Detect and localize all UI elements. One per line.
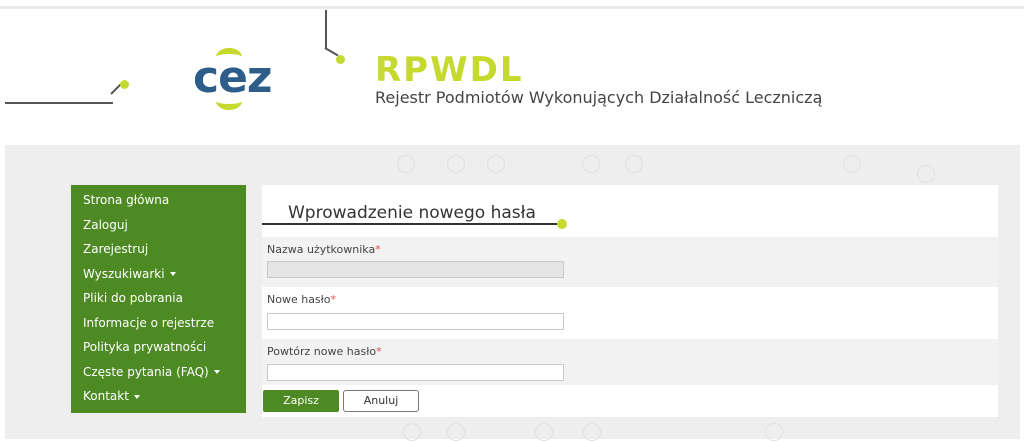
cancel-button[interactable]: Anuluj [343, 390, 419, 412]
cez-logo[interactable]: cez [193, 48, 273, 110]
sidebar-item-contact[interactable]: Kontakt [71, 384, 246, 409]
sidebar-item-home[interactable]: Strona główna [71, 188, 246, 213]
repeat-password-row: Powtórz nowe hasło* [262, 339, 998, 385]
sidebar-item-label: Kontakt [83, 389, 129, 403]
caret-down-icon [213, 370, 220, 374]
deco-dot [336, 55, 345, 64]
required-mark: * [376, 345, 382, 358]
sidebar-item-downloads[interactable]: Pliki do pobrania [71, 286, 246, 311]
deco-circle [447, 423, 465, 441]
new-password-label: Nowe hasło* [267, 293, 337, 306]
brand-subtitle: Rejestr Podmiotów Wykonujących Działalno… [375, 88, 823, 107]
sidebar-item-registry-info[interactable]: Informacje o rejestrze [71, 311, 246, 336]
sidebar-item-label: Wyszukiwarki [83, 266, 165, 281]
deco-circle [397, 155, 415, 173]
sidebar-item-label: Zaloguj [83, 217, 128, 232]
required-mark: * [330, 293, 337, 306]
sidebar-item-label: Informacje o rejestrze [83, 315, 215, 330]
title-dot [557, 219, 567, 229]
sidebar-item-login[interactable]: Zaloguj [71, 213, 246, 238]
deco-circle [583, 423, 601, 441]
new-password-row: Nowe hasło* [262, 287, 998, 339]
username-field[interactable] [267, 261, 564, 278]
sidebar-item-label: Zarejestruj [83, 242, 149, 256]
deco-line [5, 102, 113, 104]
brand-title[interactable]: RPWDL [375, 50, 524, 90]
site-header: cez RPWDL Rejestr Podmiotów Wykonujących… [0, 0, 1024, 145]
username-label: Nazwa użytkownika* [267, 243, 381, 256]
deco-circle [403, 423, 421, 441]
deco-circle [447, 155, 465, 173]
deco-dot [120, 80, 129, 89]
sidebar-item-label: Polityka prywatności [83, 340, 207, 354]
sidebar-nav: Strona główna Zaloguj Zarejestruj Wyszuk… [71, 185, 246, 413]
sidebar-item-privacy[interactable]: Polityka prywatności [71, 335, 246, 360]
deco-circle [487, 155, 505, 173]
deco-circle [765, 423, 783, 441]
new-password-field[interactable] [267, 313, 564, 330]
sidebar-item-label: Pliki do pobrania [83, 291, 183, 305]
repeat-password-field[interactable] [267, 364, 564, 381]
deco-circle [582, 155, 600, 173]
repeat-password-label: Powtórz nowe hasło* [267, 345, 382, 358]
deco-circle [843, 155, 861, 173]
required-mark: * [375, 243, 381, 256]
password-form-panel: Wprowadzenie nowego hasła Nazwa użytkown… [262, 185, 998, 417]
caret-down-icon [169, 272, 176, 276]
sidebar-item-faq[interactable]: Częste pytania (FAQ) [71, 360, 246, 385]
deco-circle [917, 165, 935, 183]
sidebar-item-search[interactable]: Wyszukiwarki [71, 262, 246, 287]
title-underline [262, 223, 562, 225]
page-title: Wprowadzenie nowego hasła [288, 203, 536, 223]
sidebar-item-register[interactable]: Zarejestruj [71, 237, 246, 262]
header-top-border [0, 6, 1024, 9]
deco-circle [625, 155, 643, 173]
save-button[interactable]: Zapisz [263, 390, 339, 412]
sidebar-item-label: Częste pytania (FAQ) [83, 364, 209, 379]
caret-down-icon [133, 394, 140, 399]
deco-circle [535, 423, 553, 441]
logo-arc-bottom [216, 92, 242, 110]
username-row: Nazwa użytkownika* [262, 237, 998, 287]
sidebar-item-label: Strona główna [83, 193, 170, 207]
deco-line [325, 10, 327, 48]
deco-line [324, 47, 339, 57]
